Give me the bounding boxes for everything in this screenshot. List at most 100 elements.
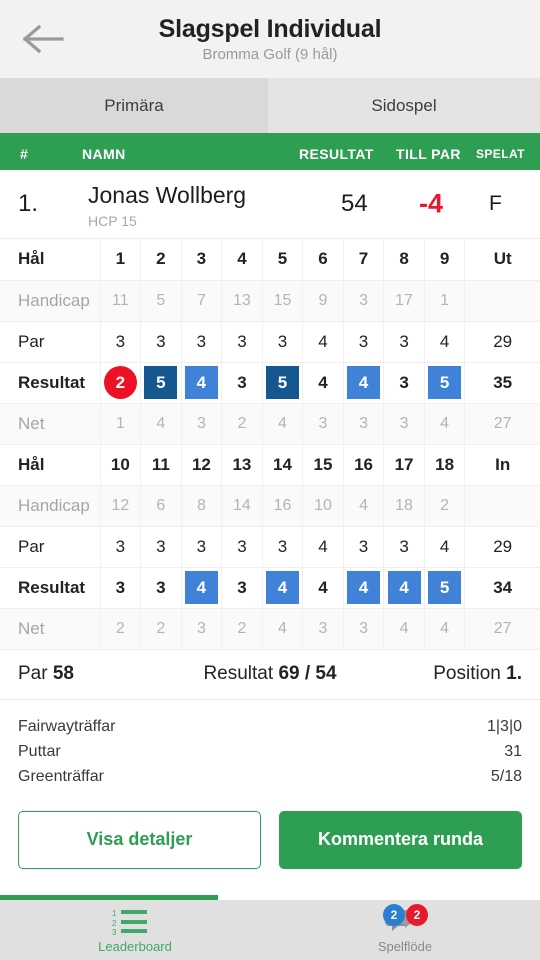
- score-cell: 17: [383, 280, 425, 322]
- score-cell: 12: [100, 485, 142, 527]
- score-cell[interactable]: 3: [140, 567, 182, 609]
- score-cell: 16: [343, 444, 385, 486]
- score-cell: 3: [181, 239, 223, 281]
- tab-sidospel[interactable]: Sidospel: [268, 78, 540, 133]
- score-cell: 3: [140, 321, 182, 363]
- stat-row: Fairwayträffar 1|3|0: [18, 714, 522, 739]
- show-details-button[interactable]: Visa detaljer: [18, 810, 261, 869]
- scorecard: Hål 1 2 3 4 5 6 7 8 9 Ut Handicap 11 5 7 13 15 9 3 17 1 Par 3 3…: [0, 238, 540, 650]
- score-cell: 4: [302, 526, 344, 568]
- nav-item-spelflode[interactable]: 2 2 Spelflöde: [270, 900, 540, 960]
- total-cell: 29: [464, 321, 540, 363]
- stat-value: 31: [504, 742, 522, 760]
- row-label: Par: [0, 321, 101, 363]
- stat-row: Puttar 31: [18, 739, 522, 764]
- summary-result-value: 69 / 54: [278, 663, 337, 684]
- score-cell[interactable]: 2: [100, 362, 142, 404]
- score-cell[interactable]: 4: [343, 362, 385, 404]
- score-cell[interactable]: 5: [424, 362, 466, 404]
- score-cell[interactable]: 3: [100, 567, 142, 609]
- score-cell: 13: [221, 444, 263, 486]
- score-cell[interactable]: 4: [302, 567, 344, 609]
- stats-list: Fairwayträffar 1|3|0 Puttar 31 Greenträf…: [0, 700, 540, 799]
- score-cell: 10: [100, 444, 142, 486]
- score-cell: 2: [221, 608, 263, 650]
- score-cell: 3: [100, 526, 142, 568]
- numbered-list-icon: 1 2 3: [112, 907, 158, 937]
- column-header-to-par: TILL PAR: [396, 145, 461, 162]
- row-label: Hål: [0, 444, 101, 486]
- score-cell: 3: [221, 321, 263, 363]
- score-cell: 5: [140, 280, 182, 322]
- score-cell: 3: [343, 321, 385, 363]
- score-cell[interactable]: 5: [262, 362, 304, 404]
- score-cell: 3: [383, 321, 425, 363]
- row-label: Handicap: [0, 485, 101, 527]
- score-cell[interactable]: 3: [383, 362, 425, 404]
- score-cell[interactable]: 4: [262, 567, 304, 609]
- summary-result-label: Resultat: [203, 663, 274, 684]
- page-title: Slagspel Individual: [158, 14, 382, 43]
- score-cell[interactable]: 5: [140, 362, 182, 404]
- score-cell[interactable]: 3: [221, 362, 263, 404]
- score-cell: 2: [424, 485, 466, 527]
- total-cell: 29: [464, 526, 540, 568]
- score-cell[interactable]: 4: [181, 362, 223, 404]
- score-chip: 5: [144, 366, 178, 399]
- scorecard-row: Par 3 3 3 3 3 4 3 3 4 29: [0, 321, 540, 363]
- score-cell: 4: [343, 485, 385, 527]
- tab-primara[interactable]: Primära: [0, 78, 268, 133]
- total-cell: 35: [464, 362, 540, 404]
- player-row[interactable]: 1. Jonas Wollberg HCP 15 54 -4 F: [0, 170, 540, 238]
- score-cell: 15: [262, 280, 304, 322]
- score-cell: 4: [140, 403, 182, 445]
- total-cell: 27: [464, 403, 540, 445]
- nav-label-leaderboard: Leaderboard: [98, 938, 172, 954]
- scorecard-table: Hål 1 2 3 4 5 6 7 8 9 Ut Handicap 11 5 7 13 15 9 3 17 1 Par 3 3…: [0, 239, 540, 650]
- column-header-played: SPELAT: [476, 146, 525, 161]
- score-cell: 7: [343, 239, 385, 281]
- bottom-navigation: 1 2 3 Leaderboard 2 2 Spelflöde: [0, 900, 540, 960]
- total-cell: 34: [464, 567, 540, 609]
- nav-item-leaderboard[interactable]: 1 2 3 Leaderboard: [0, 900, 270, 960]
- score-chip: 4: [265, 571, 299, 604]
- score-cell: 14: [262, 444, 304, 486]
- row-label: Par: [0, 526, 101, 568]
- score-cell: 2: [100, 608, 142, 650]
- scorecard-row: Resultat 2 5 4 3 5 4 4 3 5 35: [0, 362, 540, 404]
- score-cell: 4: [262, 608, 304, 650]
- score-chip: 5: [428, 571, 462, 604]
- total-cell: [464, 280, 540, 322]
- scorecard-row: Handicap 12 6 8 14 16 10 4 18 2: [0, 485, 540, 527]
- arrow-left-icon: [22, 24, 66, 54]
- score-cell[interactable]: 5: [424, 567, 466, 609]
- summary-par-value: 58: [52, 663, 74, 684]
- score-cell[interactable]: 4: [343, 567, 385, 609]
- scorecard-row: Par 3 3 3 3 3 4 3 3 4 29: [0, 526, 540, 568]
- score-cell[interactable]: 4: [383, 567, 425, 609]
- player-result: 54: [341, 190, 368, 217]
- column-header-rank: #: [20, 145, 29, 162]
- comment-round-button[interactable]: Kommentera runda: [279, 810, 522, 869]
- back-button[interactable]: [0, 0, 88, 78]
- score-cell: 3: [181, 321, 223, 363]
- score-cell[interactable]: 3: [221, 567, 263, 609]
- summary-position-label: Position: [433, 663, 501, 684]
- score-cell[interactable]: 4: [181, 567, 223, 609]
- score-cell: 2: [221, 403, 263, 445]
- row-label: Hål: [0, 239, 101, 281]
- score-cell: 3: [343, 608, 385, 650]
- score-chip: 4: [347, 366, 381, 399]
- score-cell: 14: [221, 485, 263, 527]
- tab-bar: Primära Sidospel: [0, 78, 540, 133]
- score-cell: 7: [181, 280, 223, 322]
- score-cell: 6: [140, 485, 182, 527]
- score-cell: 3: [383, 403, 425, 445]
- scorecard-row: Net 1 4 3 2 4 3 3 3 4 27: [0, 403, 540, 445]
- stat-value: 1|3|0: [486, 717, 522, 735]
- stat-label: Fairwayträffar: [18, 717, 116, 735]
- score-cell[interactable]: 4: [302, 362, 344, 404]
- row-label: Handicap: [0, 280, 101, 322]
- column-header-result: RESULTAT: [299, 145, 374, 162]
- score-cell: 3: [181, 608, 223, 650]
